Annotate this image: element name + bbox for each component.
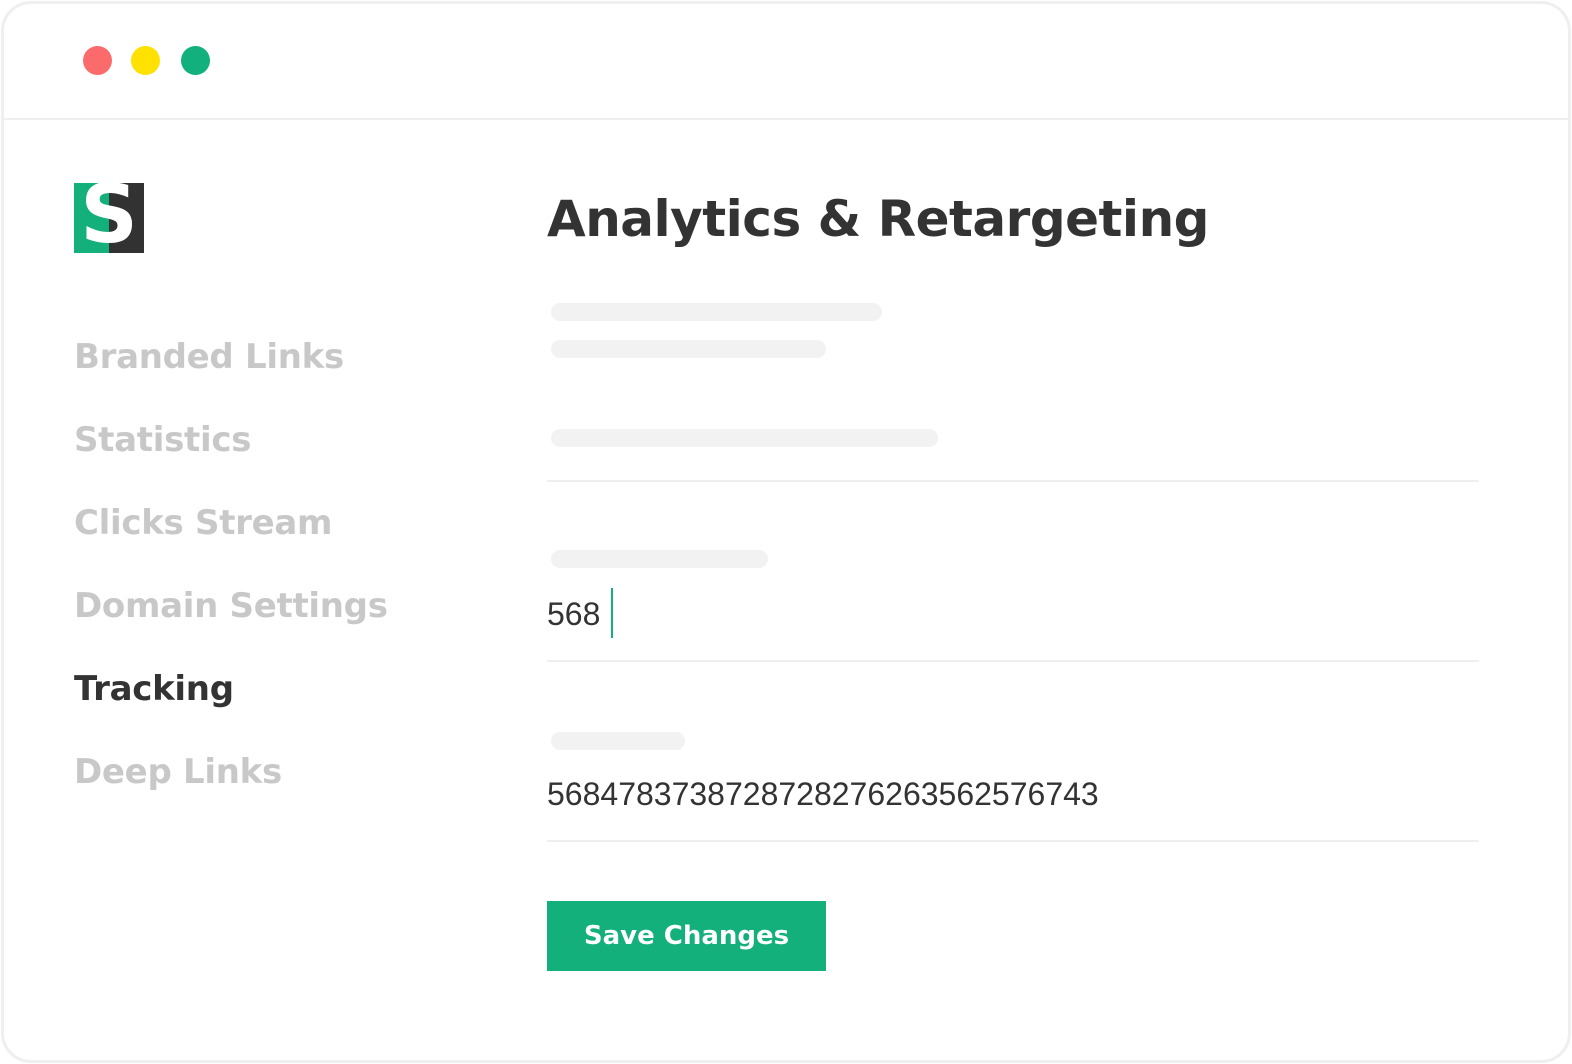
tracking-id-input[interactable]	[547, 594, 1447, 634]
sidebar-nav: Branded Links Statistics Clicks Stream D…	[74, 330, 388, 828]
brand-logo[interactable]: S	[74, 183, 144, 253]
field-1-underline	[547, 660, 1479, 662]
description-placeholder-line-1	[551, 303, 882, 321]
field-2-underline	[547, 840, 1479, 842]
page-title: Analytics & Retargeting	[547, 190, 1209, 248]
title-bar	[4, 4, 1568, 120]
sidebar-item-statistics[interactable]: Statistics	[74, 413, 388, 496]
close-window-button[interactable]	[83, 46, 112, 75]
field-2-label-placeholder	[551, 732, 685, 750]
description-placeholder-line-2	[551, 340, 826, 358]
maximize-window-button[interactable]	[181, 46, 210, 75]
logo-letter: S	[80, 183, 138, 253]
section-placeholder-line	[551, 429, 938, 447]
sidebar-item-tracking[interactable]: Tracking	[74, 662, 388, 745]
pixel-id-input[interactable]	[547, 774, 1447, 814]
sidebar-item-branded-links[interactable]: Branded Links	[74, 330, 388, 413]
section-divider	[547, 480, 1479, 482]
text-cursor	[611, 588, 613, 638]
field-1-label-placeholder	[551, 550, 768, 568]
sidebar-item-domain-settings[interactable]: Domain Settings	[74, 579, 388, 662]
save-changes-button[interactable]: Save Changes	[547, 901, 826, 971]
minimize-window-button[interactable]	[131, 46, 160, 75]
sidebar-item-deep-links[interactable]: Deep Links	[74, 745, 388, 828]
sidebar-item-clicks-stream[interactable]: Clicks Stream	[74, 496, 388, 579]
